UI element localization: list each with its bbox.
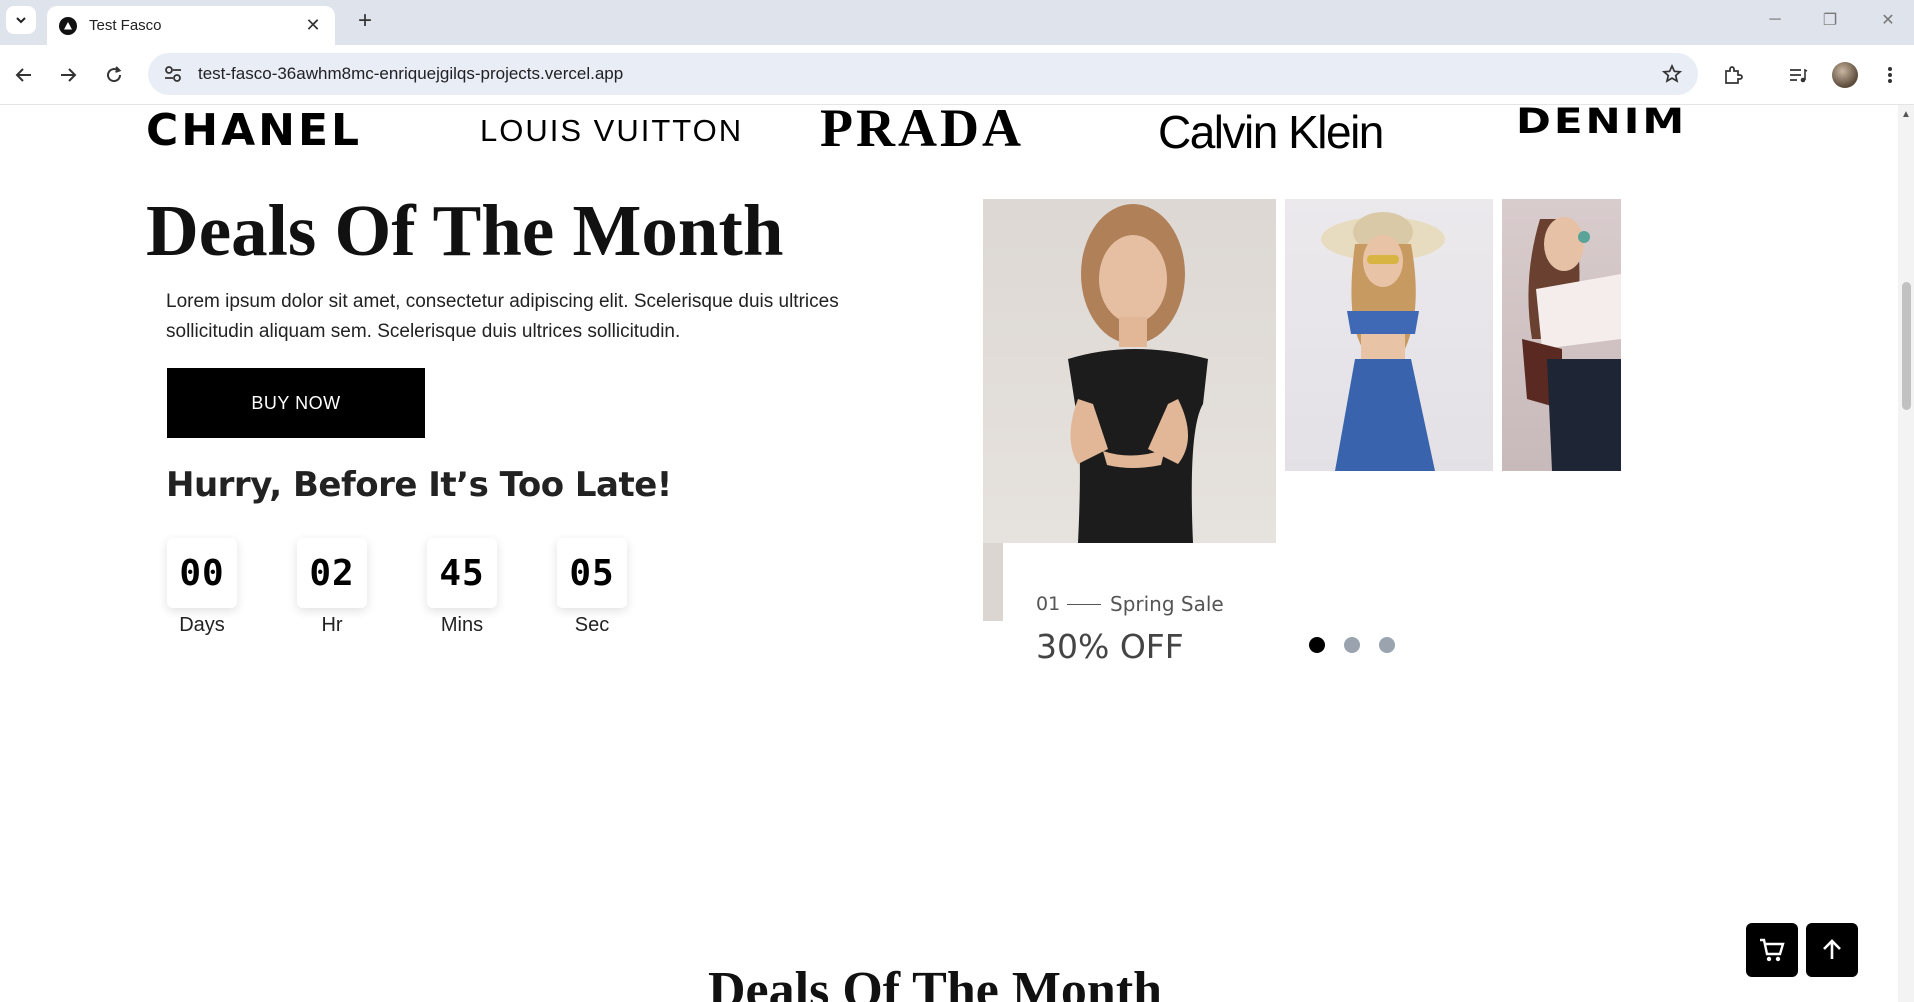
brand-logo-denim: DENIM <box>1516 105 1688 142</box>
browser-tab-bar: Test Fasco ✕ + ─ ❐ ✕ <box>0 0 1914 45</box>
brand-logo-louis-vuitton: LOUIS VUITTON <box>480 113 744 148</box>
minimize-icon[interactable]: ─ <box>1753 6 1797 34</box>
countdown-label: Days <box>179 614 225 636</box>
bookmark-star-icon[interactable] <box>1660 62 1684 86</box>
scroll-to-top-button[interactable] <box>1806 923 1858 977</box>
browser-menu-icon[interactable] <box>1874 59 1906 91</box>
chevron-down-icon <box>16 17 26 24</box>
page-viewport: CHANEL LOUIS VUITTON PRADA Calvin Klein … <box>0 105 1914 1002</box>
sale-info-card: 01 Spring Sale 30% OFF <box>1003 543 1423 673</box>
slide-index: 01 <box>1036 593 1061 615</box>
cart-button[interactable] <box>1746 923 1798 977</box>
slider-dot-1[interactable] <box>1309 637 1325 653</box>
countdown-value: 00 <box>167 538 237 608</box>
countdown-value: 02 <box>297 538 367 608</box>
tab-search-button[interactable] <box>6 6 36 34</box>
slider-dot-3[interactable] <box>1379 637 1395 653</box>
close-icon[interactable]: ✕ <box>303 15 323 36</box>
divider-line <box>1067 604 1101 605</box>
countdown-days: 00 Days <box>167 538 237 637</box>
site-settings-icon[interactable] <box>162 63 184 85</box>
browser-tab[interactable]: Test Fasco ✕ <box>47 6 335 45</box>
arrow-up-icon <box>1823 939 1841 959</box>
countdown-minutes: 45 Mins <box>427 538 497 637</box>
brand-logo-prada: PRADA <box>820 105 1024 158</box>
browser-toolbar: test-fasco-36awhm8mc-enriquejgilqs-proje… <box>0 45 1914 105</box>
media-control-icon[interactable] <box>1782 59 1814 91</box>
address-bar[interactable]: test-fasco-36awhm8mc-enriquejgilqs-proje… <box>148 53 1698 95</box>
extensions-puzzle-icon[interactable] <box>1717 59 1749 91</box>
vercel-triangle-icon <box>59 16 77 35</box>
window-close-icon[interactable]: ✕ <box>1866 6 1910 34</box>
slide-image-black-dress[interactable] <box>983 199 1276 543</box>
restore-icon[interactable]: ❐ <box>1808 6 1852 34</box>
countdown-hours: 02 Hr <box>297 538 367 637</box>
back-arrow-icon[interactable] <box>8 59 40 91</box>
deals-title: Deals Of The Month <box>146 190 784 271</box>
brand-logos-row: CHANEL LOUIS VUITTON PRADA Calvin Klein … <box>0 105 1898 165</box>
countdown-label: Mins <box>440 614 484 636</box>
new-tab-button[interactable]: + <box>350 6 380 36</box>
scrollbar-thumb[interactable] <box>1902 282 1911 410</box>
brand-logo-chanel: CHANEL <box>146 105 363 156</box>
slider-dot-2[interactable] <box>1344 637 1360 653</box>
page-scrollbar[interactable]: ▲ <box>1898 105 1914 1002</box>
reload-icon[interactable] <box>98 59 130 91</box>
url-text: test-fasco-36awhm8mc-enriquejgilqs-proje… <box>198 64 624 83</box>
deals-description: Lorem ipsum dolor sit amet, consectetur … <box>166 291 839 342</box>
scroll-up-arrow-icon[interactable]: ▲ <box>1901 109 1911 120</box>
sale-name: Spring Sale <box>1110 592 1224 616</box>
cart-icon <box>1760 938 1785 962</box>
countdown-label: Hr <box>321 614 343 636</box>
buy-now-button[interactable]: BUY NOW <box>167 368 425 438</box>
hurry-heading: Hurry, Before It’s Too Late! <box>166 465 672 505</box>
slide-shadow-strip <box>983 543 1003 621</box>
slide-image-casual-outfit[interactable] <box>1502 199 1621 471</box>
forward-arrow-icon[interactable] <box>52 59 84 91</box>
sale-discount: 30% OFF <box>1036 627 1184 666</box>
next-section-title: Deals Of The Month <box>708 962 1163 1002</box>
tab-title: Test Fasco <box>89 17 162 34</box>
profile-avatar[interactable] <box>1829 59 1861 91</box>
countdown-value: 05 <box>557 538 627 608</box>
countdown-value: 45 <box>427 538 497 608</box>
countdown-seconds: 05 Sec <box>557 538 627 637</box>
slide-image-denim-outfit[interactable] <box>1285 199 1493 471</box>
brand-logo-calvin-klein: Calvin Klein <box>1158 106 1384 158</box>
countdown-label: Sec <box>574 614 610 636</box>
